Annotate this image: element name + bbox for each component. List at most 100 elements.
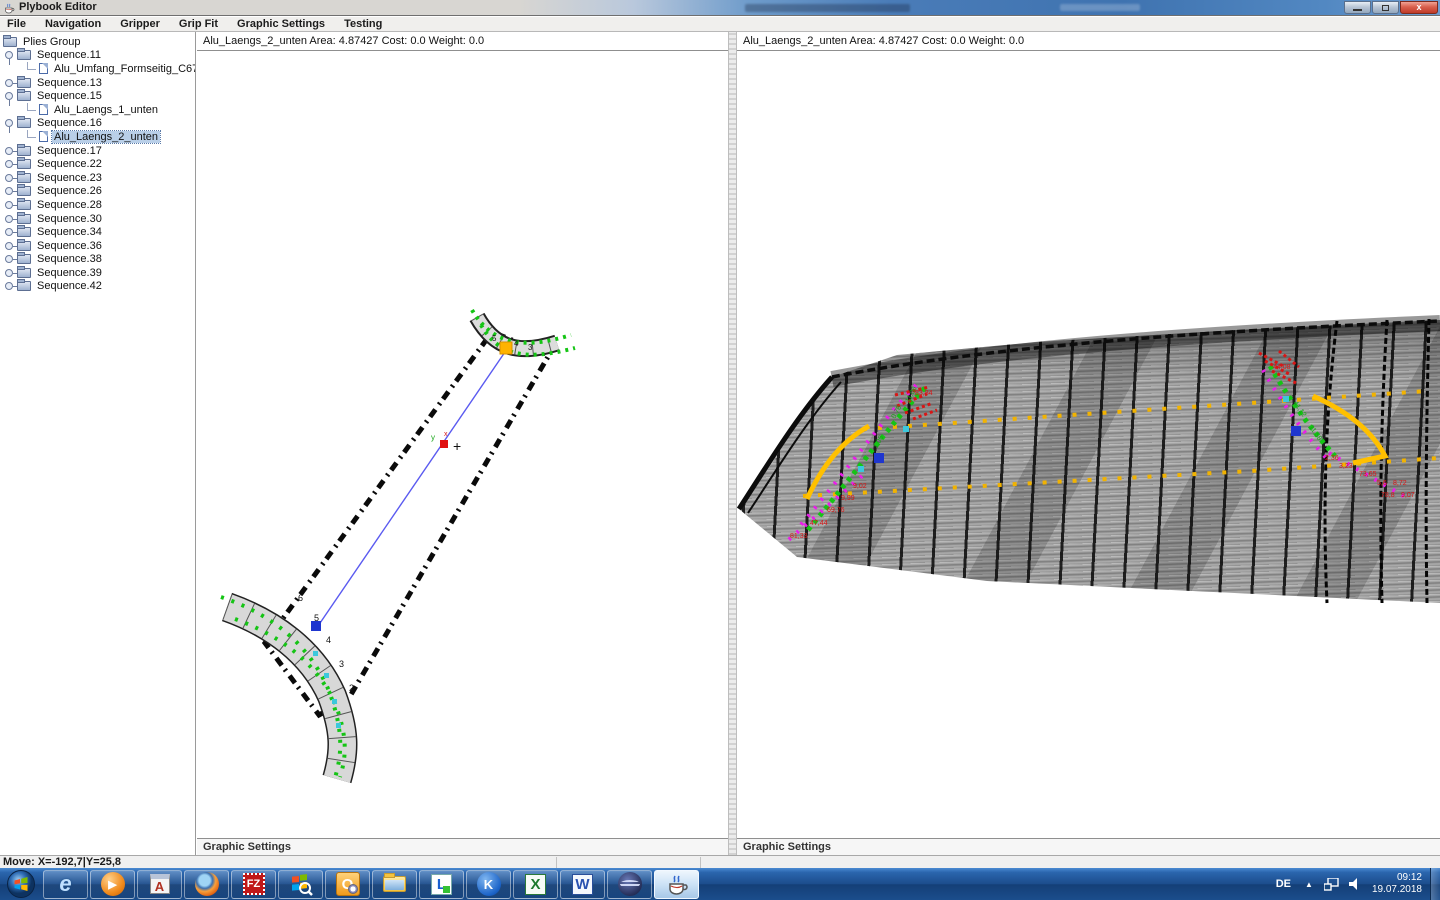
expand-handle-icon[interactable] [5,187,13,195]
menu-grip-fit[interactable]: Grip Fit [172,18,230,30]
green-marker-chain-left [808,388,925,530]
cyan-marker [1283,396,1289,402]
expand-handle-icon[interactable] [5,160,13,168]
status-separator [700,857,701,868]
tree-item-sequence-28[interactable]: Sequence.28 [0,198,195,212]
expand-handle-icon[interactable] [5,215,13,223]
clock[interactable]: 09:12 19.07.2018 [1366,872,1430,896]
taskbar-outlook[interactable]: O [325,870,370,899]
tree-item-sequence-42[interactable]: Sequence.42 [0,280,195,294]
red-label: 83,84 [915,390,933,397]
plies-tree[interactable]: Plies Group Sequence.11 Alu_Umfang_Forms… [0,32,196,855]
tray-date: 19.07.2018 [1372,884,1422,896]
volume-icon[interactable] [1344,878,1366,890]
show-desktop-button[interactable] [1430,868,1440,900]
viewport-3d-canvas[interactable]: 83,84 9,02 9,99 69,76 47,44 81,33 44,08 … [737,51,1440,838]
expand-handle-icon[interactable] [5,255,13,263]
taskbar-word[interactable]: W [560,870,605,899]
tree-item-alu-laengs-1[interactable]: Alu_Laengs_1_unten [0,103,195,117]
cyan-marker [336,723,341,728]
taskbar-java-plybook-editor-active[interactable] [654,870,699,899]
tree-item-sequence-26[interactable]: Sequence.26 [0,185,195,199]
viewport-2d-canvas[interactable]: 5 4 3 6 5 4 3 2 y [197,51,728,838]
folder-icon [17,227,31,237]
tree-item-sequence-23[interactable]: Sequence.23 [0,171,195,185]
taskbar-text-editor[interactable]: A [137,870,182,899]
blue-marker-right[interactable] [1291,426,1301,436]
keepass-icon: K [477,872,501,896]
windows-explorer-icon [383,876,406,892]
top-mark-5: 5 [492,334,497,343]
taskbar-excel[interactable]: X [513,870,558,899]
menu-testing[interactable]: Testing [337,18,394,30]
taskbar-planning-tool[interactable]: L [419,870,464,899]
tree-item-alu-umfang[interactable]: Alu_Umfang_Formseitig_C67-IC66 [0,62,195,76]
tree-item-sequence-39[interactable]: Sequence.39 [0,266,195,280]
viewport-2d-header: Alu_Laengs_2_unten Area: 4.87427 Cost: 0… [197,32,728,51]
taskbar-keepass[interactable]: K [466,870,511,899]
tree-item-sequence-38[interactable]: Sequence.38 [0,253,195,267]
tree-item-sequence-11[interactable]: Sequence.11 [0,49,195,63]
viewport-3d-mesh: Alu_Laengs_2_unten Area: 4.87427 Cost: 0… [737,32,1440,855]
titlebar[interactable]: Plybook Editor x [0,0,1440,16]
taskbar-firefox[interactable] [184,870,229,899]
background-window-highlight [1060,4,1140,11]
expand-handle-icon[interactable] [5,282,13,290]
tree-item-sequence-15[interactable]: Sequence.15 [0,89,195,103]
language-indicator[interactable]: DE [1268,878,1299,890]
viewport-splitter[interactable] [728,32,737,855]
folder-icon [17,268,31,278]
network-icon[interactable] [1319,878,1344,891]
tree-item-alu-laengs-2[interactable]: Alu_Laengs_2_unten [0,130,195,144]
graphic-settings-toggle-left[interactable]: Graphic Settings [197,838,728,855]
taskbar-internet-explorer[interactable]: e [43,870,88,899]
tree-item-sequence-34[interactable]: Sequence.34 [0,225,195,239]
tree-item-sequence-17[interactable]: Sequence.17 [0,144,195,158]
folder-icon [17,173,31,183]
collapse-handle-icon[interactable] [5,119,13,127]
collapse-handle-icon[interactable] [5,51,13,59]
expand-handle-icon[interactable] [5,269,13,277]
tree-label-selected: Alu_Laengs_2_unten [52,131,160,143]
red-label: 3,23 [1339,463,1353,470]
mouse-cursor-crosshair: + [453,438,461,454]
expand-handle-icon[interactable] [5,147,13,155]
mesh-left-boundary [739,377,832,509]
taskbar-media-player[interactable]: ▶ [90,870,135,899]
hidden-icons-chevron[interactable]: ▲ [1299,880,1319,889]
tree-item-sequence-36[interactable]: Sequence.36 [0,239,195,253]
tree-item-sequence-22[interactable]: Sequence.22 [0,157,195,171]
origin-x-label: x [444,431,448,438]
tree-item-plies-group[interactable]: Plies Group [0,35,195,49]
menu-graphic-settings[interactable]: Graphic Settings [230,18,337,30]
graphic-settings-toggle-right[interactable]: Graphic Settings [737,838,1440,855]
expand-handle-icon[interactable] [5,201,13,209]
tree-item-sequence-16[interactable]: Sequence.16 [0,117,195,131]
taskbar-windows-search[interactable] [278,870,323,899]
windows-start-orb-icon [6,869,36,899]
menu-gripper[interactable]: Gripper [113,18,172,30]
tree-item-sequence-30[interactable]: Sequence.30 [0,212,195,226]
cyan-marker [858,466,864,472]
system-tray: DE ▲ 09:12 19.07.2018 [1268,868,1440,900]
expand-handle-icon[interactable] [5,174,13,182]
expand-handle-icon[interactable] [5,242,13,250]
minimize-button[interactable] [1344,1,1371,14]
statusbar: Move: X=-192,7|Y=25,8 [0,855,1440,868]
close-button[interactable]: x [1400,1,1438,14]
restore-button[interactable] [1372,1,1399,14]
planning-tool-icon: L [431,874,452,895]
start-point-marker[interactable] [500,342,512,354]
menu-navigation[interactable]: Navigation [38,18,113,30]
taskbar-eclipse[interactable] [607,870,652,899]
tray-time: 09:12 [1372,872,1422,884]
blue-marker-left[interactable] [874,453,884,463]
start-button[interactable] [0,869,42,899]
taskbar-filezilla[interactable]: FZ [231,870,276,899]
tree-item-sequence-13[interactable]: Sequence.13 [0,76,195,90]
taskbar-explorer[interactable] [372,870,417,899]
collapse-handle-icon[interactable] [5,92,13,100]
expand-handle-icon[interactable] [5,228,13,236]
menu-file[interactable]: File [0,18,38,30]
expand-handle-icon[interactable] [5,79,13,87]
